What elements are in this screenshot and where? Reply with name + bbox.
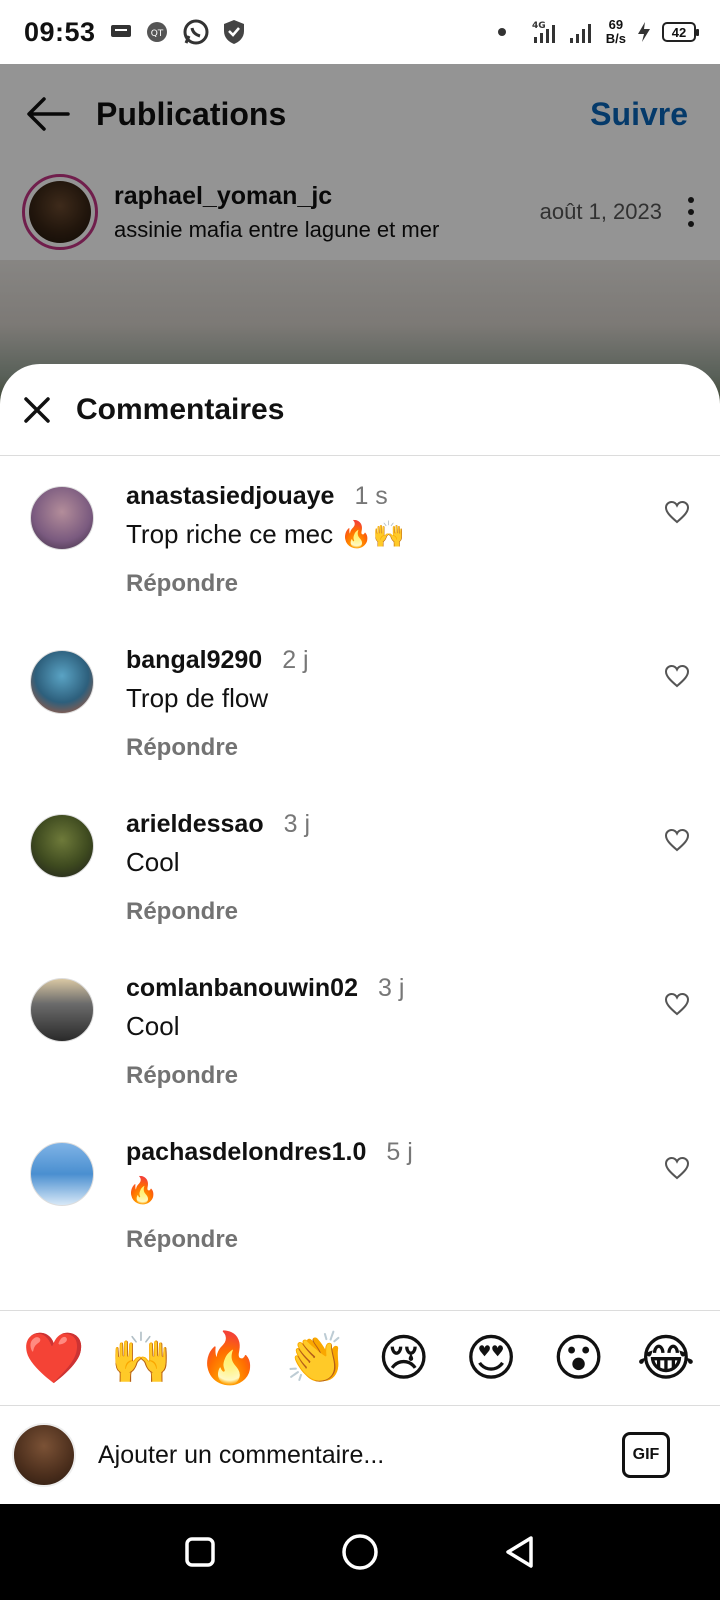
sheet-header: Commentaires <box>0 364 720 456</box>
emoji-fire[interactable]: 🔥 <box>197 1333 261 1383</box>
emoji-laughing[interactable]: 😂 <box>634 1333 698 1383</box>
comment-text: Trop riche ce mec 🔥🙌 <box>126 519 406 549</box>
emoji-clapping[interactable]: 👏 <box>284 1333 348 1383</box>
comment-item: anastasiedjouaye 1 s Trop riche ce mec 🔥… <box>0 456 720 620</box>
reply-button[interactable]: Répondre <box>126 734 626 762</box>
comment-time: 2 j <box>282 646 309 674</box>
comment-text: Cool <box>126 1011 180 1041</box>
app-badge-icon: QT <box>146 22 167 42</box>
svg-text:4G: 4G <box>532 21 546 31</box>
comment-time: 3 j <box>377 974 405 1002</box>
comment-avatar[interactable] <box>30 978 94 1042</box>
reply-button[interactable]: Répondre <box>126 898 626 926</box>
notification-icons: QT <box>110 18 246 46</box>
network-speed: 69 B/s <box>605 17 626 46</box>
gif-button[interactable]: GIF <box>622 1432 670 1478</box>
signal-icon <box>569 24 591 43</box>
emoji-raised-hands[interactable]: 🙌 <box>109 1333 173 1383</box>
comment-avatar[interactable] <box>30 486 94 550</box>
reply-button[interactable]: Répondre <box>126 1062 626 1090</box>
heart-icon[interactable] <box>664 1156 690 1180</box>
comment-text: Cool <box>126 847 180 877</box>
recents-button[interactable] <box>180 1532 220 1572</box>
message-icon <box>110 25 131 37</box>
comment-time: 5 j <box>386 1138 413 1166</box>
comments-list[interactable]: anastasiedjouaye 1 s Trop riche ce mec 🔥… <box>0 456 720 1356</box>
comment-item: comlanbanouwin02 3 j Cool Répondre <box>0 948 720 1112</box>
back-button[interactable] <box>500 1532 540 1572</box>
svg-text:QT: QT <box>150 29 163 39</box>
status-time: 09:53 <box>24 16 96 47</box>
emoji-quick-bar: ❤️ 🙌 🔥 👏 😢 😍 😮 😂 <box>0 1310 720 1406</box>
comment-username[interactable]: anastasiedjouaye <box>126 482 334 511</box>
comment-avatar[interactable] <box>30 814 94 878</box>
comment-time: 3 j <box>283 810 310 838</box>
comment-item: arieldessao 3 j Cool Répondre <box>0 784 720 948</box>
square-icon <box>185 1537 215 1567</box>
comment-item: bangal9290 2 j Trop de flow Répondre <box>0 620 720 784</box>
emoji-heart-eyes[interactable]: 😍 <box>459 1333 523 1383</box>
comment-input[interactable] <box>98 1440 622 1470</box>
heart-icon[interactable] <box>664 828 690 852</box>
heart-icon[interactable] <box>664 992 690 1016</box>
comment-composer: GIF <box>0 1406 720 1504</box>
comment-username[interactable]: arieldessao <box>126 810 264 839</box>
comment-avatar[interactable] <box>30 1142 94 1206</box>
reply-button[interactable]: Répondre <box>126 1226 626 1254</box>
signal-4g-icon: 4G <box>532 21 555 43</box>
comment-username[interactable]: bangal9290 <box>126 646 262 675</box>
close-icon[interactable] <box>22 395 52 425</box>
emoji-heart[interactable]: ❤️ <box>22 1333 86 1383</box>
emoji-surprised[interactable]: 😮 <box>547 1333 611 1383</box>
charging-icon <box>638 22 650 42</box>
comment-item: pachasdelondres1.0 5 j 🔥 Répondre <box>0 1112 720 1276</box>
dim-overlay[interactable] <box>0 64 720 404</box>
heart-icon[interactable] <box>664 500 690 524</box>
avatar <box>12 1423 76 1487</box>
shield-icon <box>223 20 244 44</box>
whatsapp-icon <box>183 19 209 45</box>
emoji-crying[interactable]: 😢 <box>372 1333 436 1383</box>
comment-time: 1 s <box>354 482 388 510</box>
battery-indicator: 42 <box>662 22 699 42</box>
sheet-title: Commentaires <box>76 392 285 426</box>
triangle-back-icon <box>506 1536 533 1568</box>
home-button[interactable] <box>340 1532 380 1572</box>
dot-icon <box>497 28 506 36</box>
heart-icon[interactable] <box>664 664 690 688</box>
comment-text: 🔥 <box>126 1175 159 1205</box>
comment-username[interactable]: pachasdelondres1.0 <box>126 1138 366 1167</box>
status-bar: 09:53 QT 4G 69 B/s 42 <box>0 0 720 64</box>
comment-text: Trop de flow <box>126 683 269 713</box>
comment-username[interactable]: comlanbanouwin02 <box>126 974 358 1003</box>
circle-icon <box>342 1534 378 1570</box>
comment-avatar[interactable] <box>30 650 94 714</box>
reply-button[interactable]: Répondre <box>126 570 626 598</box>
system-nav-bar <box>0 1504 720 1600</box>
